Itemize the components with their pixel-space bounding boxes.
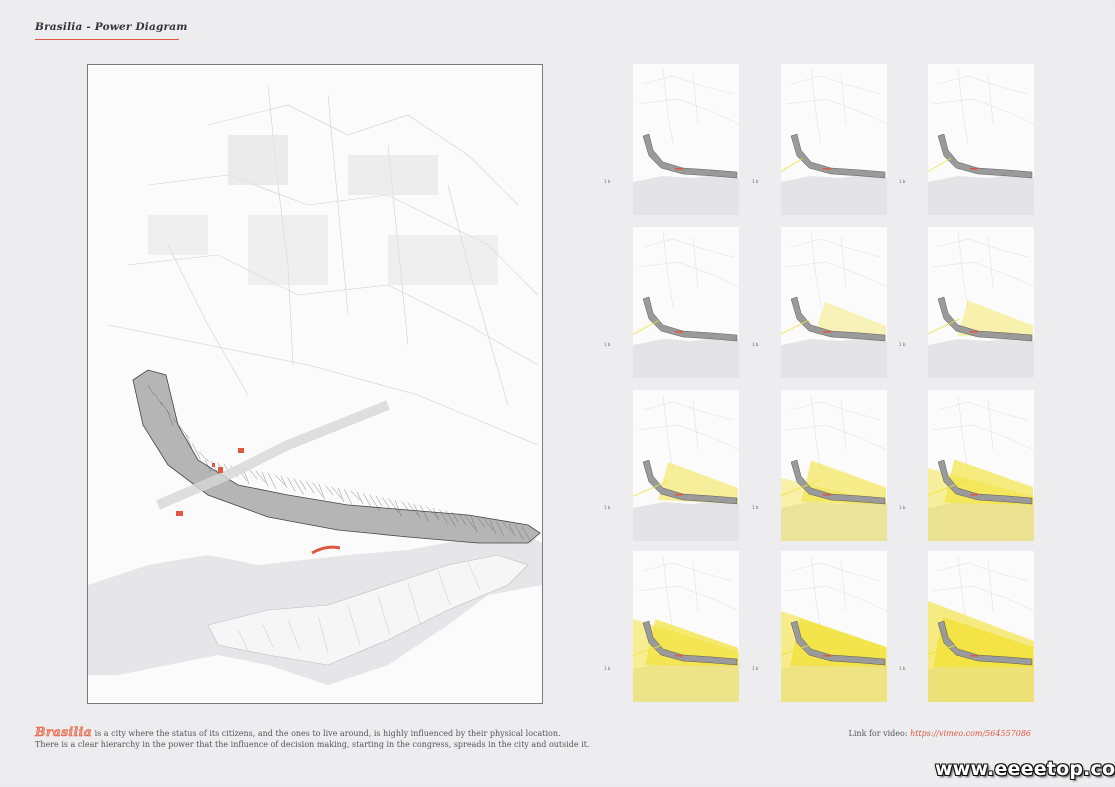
- sequence-frame: [781, 390, 887, 541]
- power-building: [176, 511, 183, 516]
- sequence-frame: [781, 64, 887, 215]
- frame-drawing: [633, 68, 739, 215]
- frame-tag: 1 b: [604, 179, 611, 184]
- frame-tag: 1 b: [899, 179, 906, 184]
- sequence-frame: [633, 227, 739, 378]
- frame-tag: 1 b: [752, 342, 759, 347]
- wing-street: [249, 469, 258, 480]
- wing-street: [293, 478, 304, 495]
- wing-street: [198, 451, 209, 462]
- frame-drawing: [928, 231, 1034, 378]
- frame-drawing: [928, 555, 1034, 702]
- sequence-frame: [633, 390, 739, 541]
- description-line-1: is a city where the status of its citize…: [92, 729, 561, 738]
- title-underline: [35, 39, 179, 40]
- poster-sheet: Brasilia - Power Diagram 1 b 1 b 1 b 1 b…: [2, 2, 1115, 785]
- frame-drawing: [633, 231, 739, 378]
- main-map: [87, 64, 543, 704]
- sequence-frame: [928, 390, 1034, 541]
- frame-drawing: [928, 394, 1034, 541]
- outer-district-blocks: [148, 135, 498, 285]
- frame-tag: 1 b: [752, 505, 759, 510]
- poster-title: Brasilia - Power Diagram: [35, 21, 188, 33]
- frame-drawing: [928, 68, 1034, 215]
- wing-street: [337, 487, 345, 503]
- frame-tag: 1 b: [752, 179, 759, 184]
- frame-tag: 1 b: [604, 505, 611, 510]
- power-building: [311, 545, 341, 555]
- city-wing: [132, 369, 541, 544]
- wing-street: [299, 479, 307, 491]
- frame-drawing: [781, 555, 887, 702]
- frame-tag: 1 b: [604, 342, 611, 347]
- wing-street: [268, 473, 277, 490]
- frame-drawing: [781, 68, 887, 215]
- wing-street: [318, 483, 326, 501]
- sequence-frame: [633, 64, 739, 215]
- video-label: Link for video:: [848, 729, 911, 738]
- city-name: Brasilia: [35, 724, 93, 739]
- wing-street: [261, 471, 269, 487]
- sequence-frame: [781, 551, 887, 702]
- frame-tag: 1 b: [899, 342, 906, 347]
- wing-street: [344, 489, 353, 506]
- frame-tag: 1 b: [899, 505, 906, 510]
- description-line-2: There is a clear hierarchy in the power …: [35, 740, 590, 749]
- frame-drawing: [781, 231, 887, 378]
- sequence-frame: [633, 551, 739, 702]
- main-map-drawing: [88, 84, 542, 685]
- wing-street: [274, 474, 285, 485]
- frame-tag: 1 b: [752, 666, 759, 671]
- frame-drawing: [781, 394, 887, 541]
- watermark: www.eeeetop.com: [935, 758, 1115, 780]
- power-building: [218, 467, 223, 473]
- power-building: [212, 463, 215, 467]
- video-link-block: Link for video: https://vimeo.com/564557…: [849, 729, 1031, 738]
- wing-street: [350, 490, 361, 501]
- wing-street: [375, 495, 383, 507]
- sequence-frame: [928, 551, 1034, 702]
- power-building: [238, 448, 244, 453]
- frame-tag: 1 b: [899, 666, 906, 671]
- sequence-frame: [928, 64, 1034, 215]
- sequence-frame: [781, 227, 887, 378]
- frame-drawing: [633, 394, 739, 541]
- frame-tag: 1 b: [604, 666, 611, 671]
- frame-drawing: [633, 555, 739, 702]
- sequence-frame: [928, 227, 1034, 378]
- video-link[interactable]: https://vimeo.com/564557086: [910, 729, 1031, 738]
- wing-street: [325, 485, 334, 496]
- description: Brasilia is a city where the status of i…: [35, 724, 655, 750]
